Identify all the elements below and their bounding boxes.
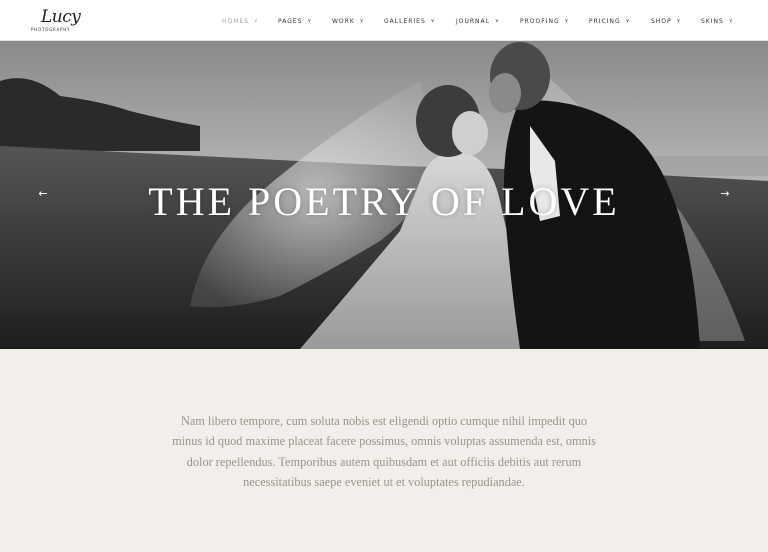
- nav-item-pages[interactable]: PAGES ∨: [278, 16, 312, 26]
- intro-line: minus id quod maxime placeat facere poss…: [172, 434, 596, 449]
- nav-item-homes[interactable]: HOMES ∨: [222, 16, 259, 26]
- chevron-down-icon: ∨: [430, 18, 436, 24]
- chevron-down-icon: ∨: [728, 18, 734, 24]
- nav-item-label: GALLERIES: [384, 17, 426, 25]
- nav-item-skins[interactable]: SKINS ∨: [701, 16, 733, 26]
- arrow-left-icon[interactable]: ←: [31, 186, 55, 202]
- nav-item-shop[interactable]: SHOP ∨: [651, 16, 681, 26]
- site-header: Lucy PHOTOGRAPHY HOMES ∨ PAGES ∨ WORK ∨ GAL…: [0, 0, 768, 41]
- nav-item-label: WORK: [332, 17, 355, 25]
- nav-item-label: PROOFING: [520, 17, 560, 25]
- arrow-right-icon[interactable]: →: [713, 186, 737, 202]
- chevron-down-icon: ∨: [254, 18, 259, 24]
- nav-item-label: SHOP: [651, 17, 672, 25]
- intro-line: Nam libero tempore, cum soluta nobis est…: [180, 414, 588, 428]
- nav-item-work[interactable]: WORK ∨: [332, 16, 364, 26]
- chevron-down-icon: ∨: [495, 18, 500, 24]
- nav-item-label: PRICING: [589, 17, 621, 25]
- nav-item-label: SKINS: [701, 17, 724, 25]
- nav-item-label: JOURNAL: [456, 17, 490, 25]
- nav-item-galleries[interactable]: GALLERIES ∨: [384, 16, 435, 26]
- chevron-down-icon: ∨: [625, 18, 631, 24]
- chevron-down-icon: ∨: [307, 18, 313, 24]
- nav-item-label: HOMES: [222, 17, 250, 25]
- chevron-down-icon: ∨: [359, 18, 365, 24]
- nav-item-label: PAGES: [278, 17, 303, 25]
- intro-line: dolor repellendus. Temporibus autem quib…: [186, 454, 582, 469]
- hero-title: THE POETRY OF LOVE: [148, 179, 620, 224]
- chevron-down-icon: ∨: [676, 18, 682, 24]
- hero-slider: THE POETRY OF LOVE ← →: [0, 41, 768, 349]
- nav-item-journal[interactable]: JOURNAL ∨: [456, 16, 500, 26]
- nav-item-pricing[interactable]: PRICING ∨: [589, 16, 630, 26]
- intro-paragraph: Nam libero tempore, cum soluta nobis est…: [154, 411, 614, 493]
- nav-item-proofing[interactable]: PROOFING ∨: [520, 16, 569, 26]
- main-nav: HOMES ∨ PAGES ∨ WORK ∨ GALLERIES ∨ JOURNAL ∨ …: [0, 0, 768, 41]
- intro-line: necessitatibus saepe eveniet ut et volup…: [243, 475, 525, 490]
- chevron-down-icon: ∨: [564, 18, 570, 24]
